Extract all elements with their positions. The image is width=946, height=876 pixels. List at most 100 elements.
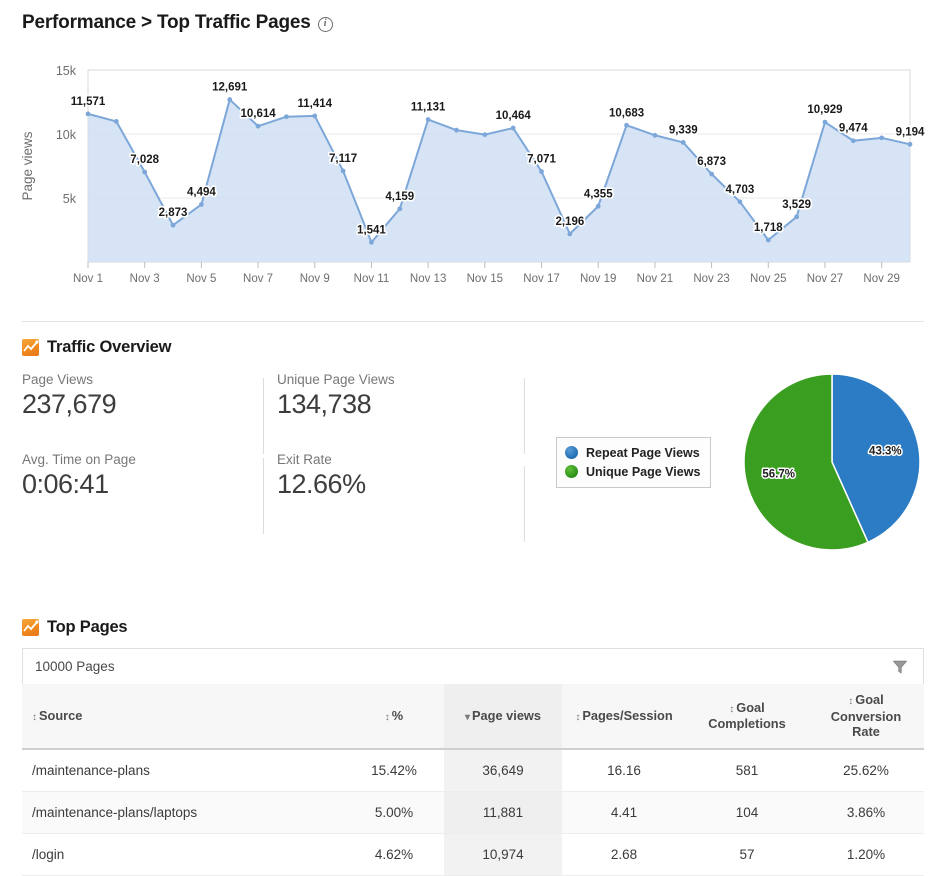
column-header-percent[interactable]: ↕% <box>344 684 444 749</box>
svg-text:Nov 15: Nov 15 <box>467 273 503 285</box>
svg-text:4,703: 4,703 <box>726 184 755 196</box>
svg-text:Nov 17: Nov 17 <box>523 273 559 285</box>
kpi-label: Page Views <box>22 372 263 387</box>
table-row[interactable]: /maintenance-plans/laptops 5.00% 11,881 … <box>22 792 924 834</box>
column-label: Page views <box>472 708 541 723</box>
table-row[interactable]: /maintenance-plans 15.42% 36,649 16.16 5… <box>22 749 924 792</box>
kpi-exit-rate: Exit Rate 12.66% <box>277 452 532 500</box>
kpi-row: Page Views 237,679 Unique Page Views 134… <box>22 372 532 420</box>
svg-text:10,464: 10,464 <box>496 110 532 122</box>
cell-goal-completions: 581 <box>686 749 808 792</box>
top-pages-table: ↕Source ↕% ▾Page views ↕Pages/Session ↕G… <box>22 684 924 876</box>
svg-text:5k: 5k <box>63 192 77 206</box>
kpi-label: Avg. Time on Page <box>22 452 263 467</box>
legend-item-unique[interactable]: Unique Page Views <box>565 462 700 481</box>
svg-text:4,494: 4,494 <box>187 186 216 198</box>
svg-text:10,614: 10,614 <box>240 108 276 120</box>
column-header-goal-conversion-rate[interactable]: ↕Goal Conversion Rate <box>808 684 924 749</box>
svg-text:15k: 15k <box>56 64 77 78</box>
section-divider-1 <box>22 321 924 322</box>
svg-text:10k: 10k <box>56 128 77 142</box>
cell-goal-conversion-rate: 3.86% <box>808 792 924 834</box>
kpi-value: 134,738 <box>277 389 518 420</box>
column-label: Goal Completions <box>708 700 786 732</box>
sort-desc-icon: ▾ <box>465 712 470 723</box>
sort-icon: ↕ <box>385 712 390 723</box>
svg-text:11,414: 11,414 <box>297 98 332 110</box>
column-label: Pages/Session <box>582 708 672 723</box>
svg-text:2,196: 2,196 <box>555 216 584 228</box>
sort-icon: ↕ <box>848 696 853 707</box>
column-label: Goal Conversion Rate <box>831 692 901 739</box>
svg-text:12,691: 12,691 <box>212 82 248 94</box>
svg-text:9,339: 9,339 <box>669 124 698 136</box>
kpi-divider <box>524 378 525 454</box>
kpi-label: Exit Rate <box>277 452 518 467</box>
legend-label: Repeat Page Views <box>586 446 700 460</box>
kpi-divider <box>524 466 525 542</box>
cell-source[interactable]: /maintenance-plans/laptops <box>22 792 344 834</box>
svg-text:Nov 9: Nov 9 <box>300 273 330 285</box>
top-pages-toolbar: 10000 Pages <box>22 648 924 684</box>
svg-text:Nov 29: Nov 29 <box>863 273 899 285</box>
column-header-source[interactable]: ↕Source <box>22 684 344 749</box>
report-page: Performance > Top Traffic Pages i 5k 10k 1… <box>0 0 946 858</box>
table-row[interactable]: /login 4.62% 10,974 2.68 57 1.20% <box>22 834 924 876</box>
svg-text:7,117: 7,117 <box>329 153 357 165</box>
svg-text:56.7%: 56.7% <box>762 468 795 480</box>
chart-icon <box>22 619 39 636</box>
svg-text:6,873: 6,873 <box>697 156 726 168</box>
svg-text:Nov 19: Nov 19 <box>580 273 616 285</box>
svg-text:9,194: 9,194 <box>896 126 925 138</box>
cell-percent: 15.42% <box>344 749 444 792</box>
legend-swatch-green <box>565 465 578 478</box>
info-icon[interactable]: i <box>318 17 333 32</box>
page-views-chart: 5k10k15kPage viewsNov 1Nov 3Nov 5Nov 7No… <box>0 52 946 300</box>
cell-goal-conversion-rate: 1.20% <box>808 834 924 876</box>
cell-percent: 4.62% <box>344 834 444 876</box>
kpi-label: Unique Page Views <box>277 372 518 387</box>
svg-text:Nov 11: Nov 11 <box>354 273 390 285</box>
cell-source[interactable]: /maintenance-plans <box>22 749 344 792</box>
sort-icon: ↕ <box>729 704 734 715</box>
cell-pages-session: 16.16 <box>562 749 686 792</box>
cell-percent: 5.00% <box>344 792 444 834</box>
traffic-overview-title: Traffic Overview <box>47 338 171 357</box>
kpi-page-views: Page Views 237,679 <box>22 372 277 420</box>
pie-svg: 43.3%43.3%56.7%56.7% <box>742 372 922 552</box>
column-header-page-views[interactable]: ▾Page views <box>444 684 562 749</box>
kpi-value: 0:06:41 <box>22 469 263 500</box>
svg-text:3,529: 3,529 <box>782 199 811 211</box>
legend-swatch-blue <box>565 446 578 459</box>
svg-text:7,028: 7,028 <box>130 154 159 166</box>
cell-source[interactable]: /login <box>22 834 344 876</box>
kpi-unique-page-views: Unique Page Views 134,738 <box>277 372 532 420</box>
cell-page-views: 11,881 <box>444 792 562 834</box>
svg-text:11,571: 11,571 <box>71 96 106 108</box>
cell-page-views: 10,974 <box>444 834 562 876</box>
svg-text:4,159: 4,159 <box>385 191 414 203</box>
cell-goal-completions: 57 <box>686 834 808 876</box>
legend-label: Unique Page Views <box>586 465 700 479</box>
svg-text:10,929: 10,929 <box>807 104 842 116</box>
cell-goal-conversion-rate: 25.62% <box>808 749 924 792</box>
svg-text:Nov 13: Nov 13 <box>410 273 446 285</box>
legend-item-repeat[interactable]: Repeat Page Views <box>565 443 700 462</box>
pie-legend: Repeat Page Views Unique Page Views <box>556 437 711 488</box>
svg-text:11,131: 11,131 <box>411 102 446 114</box>
traffic-overview-heading: Traffic Overview <box>22 338 171 357</box>
page-views-pie-chart: 43.3%43.3%56.7%56.7% <box>742 372 922 552</box>
column-header-goal-completions[interactable]: ↕Goal Completions <box>686 684 808 749</box>
sort-icon: ↕ <box>32 712 37 723</box>
svg-text:7,071: 7,071 <box>527 153 556 165</box>
breadcrumb: Performance > Top Traffic Pages <box>22 12 311 34</box>
funnel-icon[interactable] <box>891 658 909 676</box>
kpi-grid: Page Views 237,679 Unique Page Views 134… <box>22 372 532 500</box>
svg-text:1,718: 1,718 <box>754 222 783 234</box>
column-label: % <box>392 708 403 723</box>
column-header-pages-session[interactable]: ↕Pages/Session <box>562 684 686 749</box>
cell-goal-completions: 104 <box>686 792 808 834</box>
table-header-row: ↕Source ↕% ▾Page views ↕Pages/Session ↕G… <box>22 684 924 749</box>
kpi-avg-time-on-page: Avg. Time on Page 0:06:41 <box>22 452 277 500</box>
svg-text:Page views: Page views <box>20 131 35 200</box>
